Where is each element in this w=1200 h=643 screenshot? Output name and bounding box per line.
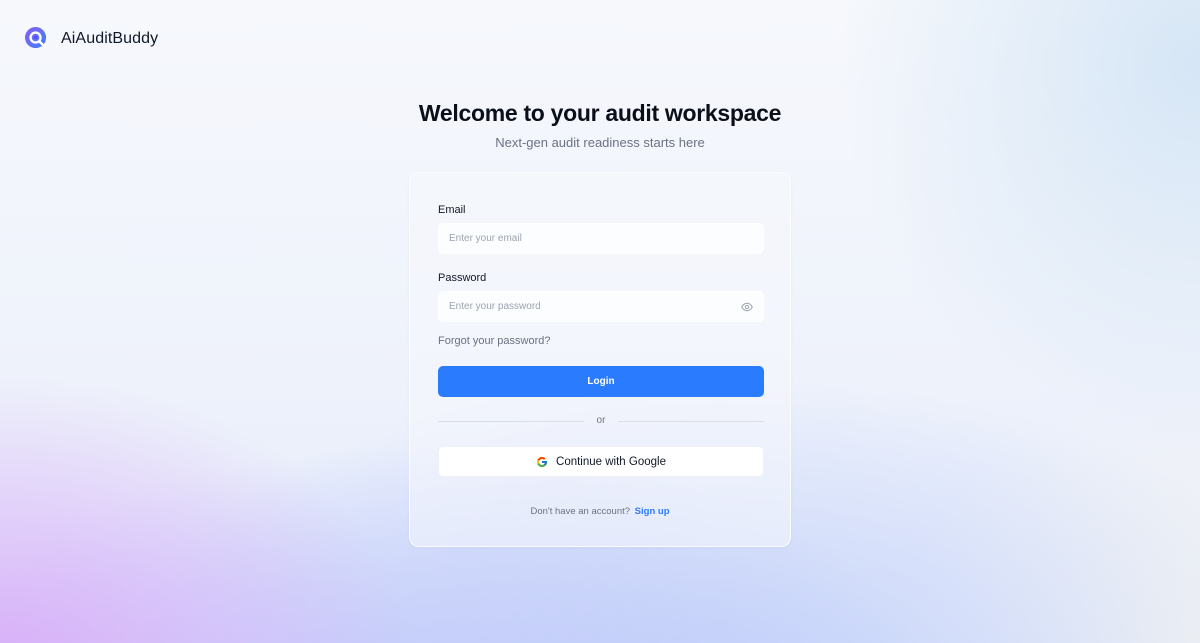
page-subtitle: Next-gen audit readiness starts here [495, 135, 705, 150]
signup-row: Don't have an account? Sign up [410, 506, 790, 517]
page-title: Welcome to your audit workspace [418, 100, 782, 126]
password-label: Password [438, 272, 487, 284]
brand-name: AiAuditBuddy [61, 29, 159, 47]
login-card: Email Password Forgot your password? Log… [409, 172, 791, 547]
login-button[interactable]: Login [438, 366, 764, 397]
signup-link[interactable]: Sign up [635, 506, 670, 517]
google-button-label: Continue with Google [556, 455, 666, 468]
email-field-wrapper [438, 223, 764, 254]
or-divider: or [438, 415, 764, 429]
page-header: Welcome to your audit workspace Next-gen… [0, 100, 1200, 150]
email-label: Email [438, 204, 466, 216]
brand[interactable]: AiAuditBuddy [25, 27, 158, 50]
continue-with-google-button[interactable]: Continue with Google [438, 446, 764, 477]
eye-icon[interactable] [741, 301, 753, 313]
google-icon [537, 456, 548, 467]
password-field[interactable] [449, 301, 741, 312]
divider-line-right [618, 421, 764, 422]
magnifier-logo-icon [25, 27, 47, 49]
password-field-wrapper [438, 291, 764, 322]
forgot-password-link[interactable]: Forgot your password? [438, 335, 551, 347]
signup-prompt: Don't have an account? [530, 506, 631, 517]
email-field[interactable] [449, 233, 753, 244]
